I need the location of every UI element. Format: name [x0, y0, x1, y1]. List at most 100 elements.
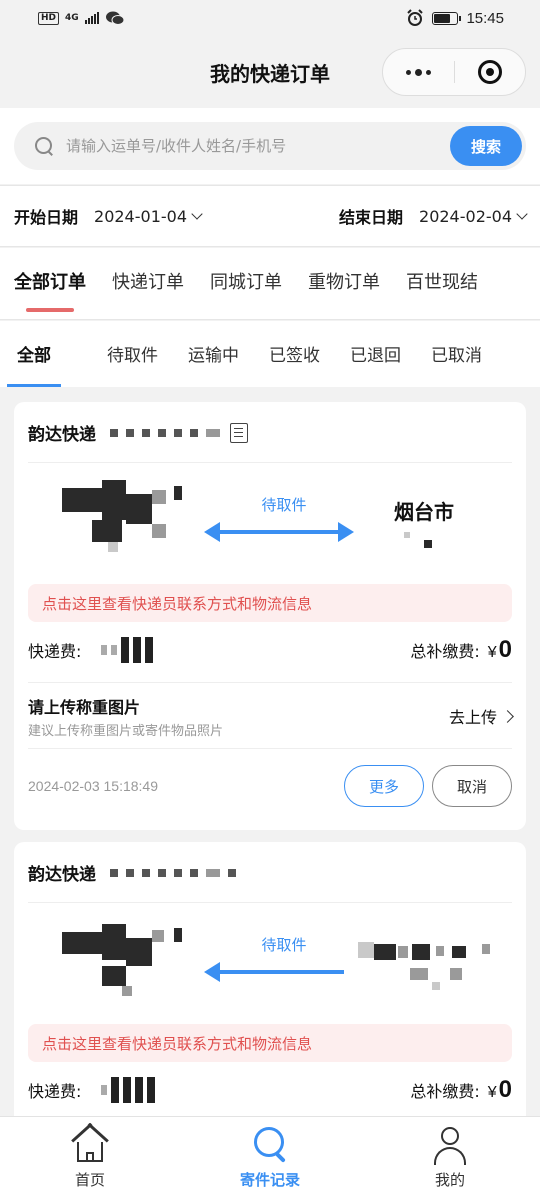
- order-card[interactable]: 韵达快递 待取件 烟台市 点击这里查看快递员联系方式和物流信息 快递费: 总补缴…: [14, 402, 526, 830]
- go-upload-link[interactable]: 去上传: [448, 704, 514, 728]
- tracking-number-redacted: [110, 428, 220, 437]
- start-date: 开始日期 2024-01-04: [14, 204, 203, 228]
- copy-icon[interactable]: [230, 422, 248, 443]
- cancel-button[interactable]: 取消: [432, 765, 512, 807]
- upload-text: 请上传称重图片 建议上传称重图片或寄件物品照片: [28, 694, 223, 739]
- tab-express-orders[interactable]: 快递订单: [112, 248, 184, 319]
- home-icon: [70, 1122, 110, 1165]
- carrier-name: 韵达快递: [28, 865, 96, 885]
- divider: [28, 462, 512, 463]
- sender-address-redacted: [62, 924, 182, 1004]
- search-box: 搜索: [14, 122, 526, 170]
- tab-all-orders[interactable]: 全部订单: [14, 248, 86, 319]
- tab-mine[interactable]: 我的: [360, 1117, 540, 1200]
- tab-mine-label: 我的: [434, 1171, 465, 1189]
- search-icon: [34, 136, 54, 156]
- search-button[interactable]: 搜索: [450, 126, 522, 166]
- go-upload-label: 去上传: [448, 708, 497, 727]
- hd-badge: HD: [38, 11, 60, 25]
- receiver-address-redacted: [358, 942, 498, 992]
- chevron-right-icon: [501, 709, 514, 723]
- status-left: HD 4G: [38, 10, 125, 26]
- user-icon: [430, 1125, 470, 1165]
- arrow-icon: [204, 960, 354, 984]
- tab-status-all[interactable]: 全部: [7, 321, 61, 387]
- divider: [28, 682, 512, 683]
- shipping-fee-label: 快递费:: [28, 1082, 82, 1101]
- courier-info-notice[interactable]: 点击这里查看快递员联系方式和物流信息: [28, 1024, 512, 1062]
- bottom-tab-bar: 首页 寄件记录 我的: [0, 1116, 540, 1200]
- divider: [28, 902, 512, 903]
- status-right: 15:45: [406, 9, 504, 27]
- battery-icon: [432, 11, 462, 25]
- upload-weight-photo-row[interactable]: 请上传称重图片 建议上传称重图片或寄件物品照片 去上传: [28, 694, 514, 739]
- receiver-name-redacted: [402, 530, 452, 550]
- tab-status-delivered[interactable]: 已签收: [269, 321, 320, 387]
- more-button[interactable]: 更多: [344, 765, 424, 807]
- order-type-tabs: 全部订单 快递订单 同城订单 重物订单 百世现结: [0, 248, 540, 320]
- fee-row: 快递费: 总补缴费: ¥0: [28, 630, 512, 670]
- order-footer: 2024-02-03 15:18:49 更多 取消: [28, 764, 512, 808]
- destination-city: 烟台市: [394, 500, 454, 524]
- upload-title: 请上传称重图片: [28, 697, 141, 717]
- miniprogram-capsule: [382, 48, 526, 96]
- total-surcharge-value: ¥0: [487, 1076, 512, 1103]
- divider: [28, 748, 512, 749]
- total-surcharge: 总补缴费: ¥0: [410, 1076, 512, 1104]
- more-menu-icon[interactable]: [383, 49, 454, 95]
- bidirectional-arrow-icon: [204, 520, 354, 544]
- shipping-fee-label: 快递费:: [28, 642, 82, 661]
- total-surcharge-value: ¥0: [487, 636, 512, 663]
- start-date-label: 开始日期: [14, 208, 79, 227]
- upload-subtitle: 建议上传称重图片或寄件物品照片: [28, 723, 224, 739]
- route-info: 待取件 烟台市: [14, 474, 526, 574]
- wechat-icon: [105, 11, 125, 25]
- chevron-down-icon: [191, 208, 203, 220]
- courier-info-notice[interactable]: 点击这里查看快递员联系方式和物流信息: [28, 584, 512, 622]
- total-surcharge: 总补缴费: ¥0: [410, 636, 512, 664]
- route-status: 待取件: [261, 936, 307, 954]
- route-status: 待取件: [261, 496, 307, 514]
- date-filter: 开始日期 2024-01-04 结束日期 2024-02-04: [0, 185, 540, 247]
- tab-shipping-records[interactable]: 寄件记录: [180, 1117, 360, 1200]
- shipping-fee-redacted: [101, 1077, 156, 1103]
- tracking-number-redacted: [110, 868, 236, 877]
- tab-heavy-orders[interactable]: 重物订单: [308, 248, 380, 319]
- carrier-name: 韵达快递: [28, 425, 96, 445]
- tab-status-pending-pickup[interactable]: 待取件: [107, 321, 158, 387]
- tab-same-city-orders[interactable]: 同城订单: [210, 248, 282, 319]
- tab-home-label: 首页: [74, 1171, 105, 1189]
- shipping-fee: 快递费:: [28, 1077, 156, 1103]
- tab-best-cash-orders[interactable]: 百世现结: [406, 248, 478, 319]
- alarm-icon: [407, 9, 424, 26]
- search-section: 搜索: [0, 108, 540, 184]
- fee-row: 快递费: 总补缴费: ¥0: [28, 1070, 512, 1110]
- order-card[interactable]: 韵达快递 待取件 点击这里查看快递员联系方式和物流信息 快递费: 总补缴费: ¥…: [14, 842, 526, 1142]
- order-header: 韵达快递: [28, 420, 512, 445]
- end-date-picker[interactable]: 2024-02-04: [419, 207, 528, 226]
- order-time: 2024-02-03 15:18:49: [28, 778, 158, 794]
- tab-shipping-records-label: 寄件记录: [239, 1171, 300, 1189]
- search-icon: [250, 1125, 290, 1165]
- route-info: 待取件: [14, 914, 526, 1014]
- order-header: 韵达快递: [28, 860, 512, 885]
- network-type: 4G: [65, 12, 79, 23]
- tab-home[interactable]: 首页: [0, 1117, 180, 1200]
- close-miniprogram-icon[interactable]: [455, 49, 526, 95]
- search-input[interactable]: [66, 137, 426, 155]
- end-date-label: 结束日期: [339, 208, 404, 227]
- tab-status-returned[interactable]: 已退回: [350, 321, 401, 387]
- total-surcharge-label: 总补缴费:: [410, 1082, 480, 1101]
- shipping-fee: 快递费:: [28, 637, 154, 663]
- signal-icon: [84, 12, 99, 24]
- tab-status-in-transit[interactable]: 运输中: [188, 321, 239, 387]
- tab-status-cancelled[interactable]: 已取消: [431, 321, 482, 387]
- order-actions: 更多 取消: [344, 765, 512, 807]
- sender-address-redacted: [62, 480, 182, 560]
- status-bar: HD 4G 15:45: [0, 0, 540, 36]
- start-date-picker[interactable]: 2024-01-04: [94, 207, 203, 226]
- status-tabs: 全部 待取件 运输中 已签收 已退回 已取消: [0, 321, 540, 387]
- clock: 15:45: [466, 9, 504, 27]
- shipping-fee-redacted: [101, 637, 154, 663]
- nav-bar: 我的快递订单: [0, 36, 540, 108]
